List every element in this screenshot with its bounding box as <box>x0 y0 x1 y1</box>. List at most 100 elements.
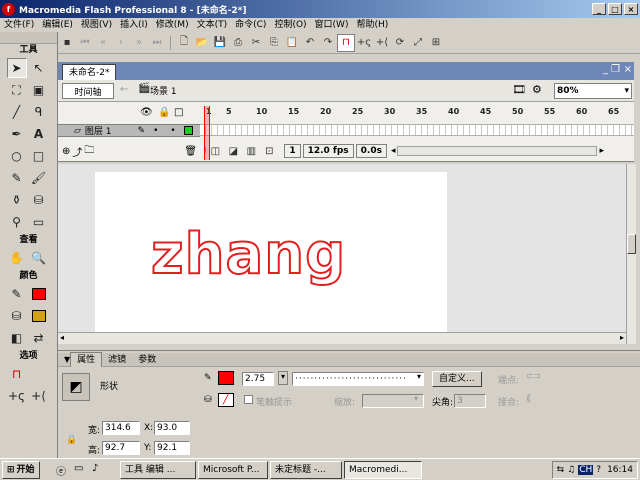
maximize-button[interactable]: □ <box>608 3 622 15</box>
eyedropper-tool-icon[interactable]: ⚲ <box>7 212 27 232</box>
tab-properties[interactable]: 属性 <box>70 352 103 367</box>
layer-visible-dot[interactable]: • <box>153 126 158 136</box>
hand-tool-icon[interactable]: ✋ <box>7 248 27 268</box>
add-motion-guide-icon[interactable]: ⤴ <box>72 144 82 159</box>
smooth-icon[interactable]: +ς <box>7 386 27 406</box>
corner-input[interactable]: 3 <box>454 394 486 408</box>
menu-insert[interactable]: 插入(I) <box>116 18 152 32</box>
tray-help-icon[interactable]: ? <box>596 465 601 475</box>
undo-icon[interactable]: ↶ <box>301 34 319 52</box>
width-input[interactable]: 314.6 <box>102 421 140 435</box>
timeline-hscroll[interactable] <box>397 146 598 156</box>
tab-parameters[interactable]: 参数 <box>132 353 162 367</box>
open-file-icon[interactable]: 📂 <box>193 34 211 52</box>
brush-tool-icon[interactable]: 🖌 <box>29 168 49 188</box>
start-button[interactable]: ⊞ 开始 <box>2 461 40 479</box>
rotate-icon[interactable]: ⟳ <box>391 34 409 52</box>
stage[interactable]: zhang <box>95 172 447 332</box>
paint-bucket-tool-icon[interactable]: ⛁ <box>29 190 49 210</box>
doc-restore-icon[interactable]: ❐ <box>611 64 620 75</box>
menu-view[interactable]: 视图(V) <box>77 18 116 32</box>
lock-ratio-icon[interactable]: 🔒 <box>66 435 77 445</box>
snap-to-objects-icon[interactable]: ⊓ <box>7 364 27 384</box>
menu-window[interactable]: 窗口(W) <box>311 18 353 32</box>
outline-icon[interactable]: □ <box>174 107 183 118</box>
endpoint-icon[interactable]: ⊂⊃ <box>526 372 541 382</box>
menu-file[interactable]: 文件(F) <box>0 18 38 32</box>
step-back-icon[interactable]: « <box>94 34 112 52</box>
delete-layer-icon[interactable]: 🗑 <box>184 146 197 157</box>
close-button[interactable]: × <box>624 3 638 15</box>
straighten-toolbar-icon[interactable]: +⟨ <box>373 34 391 52</box>
stroke-width-dropdown-icon[interactable]: ▾ <box>278 371 288 385</box>
stroke-width-input[interactable]: 2.75 <box>242 372 274 386</box>
x-input[interactable]: 93.0 <box>154 421 190 435</box>
stroke-style-dropdown-icon[interactable]: ▾ <box>414 372 424 386</box>
eye-icon[interactable]: 👁 <box>140 107 153 118</box>
smooth-toolbar-icon[interactable]: +ς <box>355 34 373 52</box>
stroke-color-swatch[interactable] <box>29 284 49 304</box>
align-icon[interactable]: ⊞ <box>427 34 445 52</box>
tray-ime-icon[interactable]: CH <box>578 465 594 475</box>
menu-control[interactable]: 控制(O) <box>270 18 310 32</box>
vscroll-thumb[interactable] <box>627 234 636 254</box>
free-transform-tool-icon[interactable]: ⛶ <box>7 80 27 100</box>
menu-help[interactable]: 帮助(H) <box>352 18 392 32</box>
redo-icon[interactable]: ↷ <box>319 34 337 52</box>
task-macromedia[interactable]: Macromedi... <box>344 461 422 479</box>
stage-text-outline[interactable]: zhang <box>150 221 346 288</box>
quicklaunch-media-icon[interactable]: ♪ <box>92 463 98 474</box>
rewind-icon[interactable]: ⏮ <box>76 34 94 52</box>
swap-colors-icon[interactable]: ⇄ <box>29 328 49 348</box>
cut-icon[interactable]: ✂ <box>247 34 265 52</box>
straighten-icon[interactable]: +⟨ <box>29 386 49 406</box>
selection-tool-icon[interactable]: ➤ <box>6 58 27 78</box>
lasso-tool-icon[interactable]: ᑫ <box>29 102 49 122</box>
fill-color-picker[interactable]: ╱ <box>218 393 234 407</box>
insert-layer-icon[interactable]: ⊕ <box>62 146 70 157</box>
snap-magnet-icon[interactable]: ⊓ <box>337 33 355 52</box>
back-arrow-icon[interactable]: ← <box>120 84 128 95</box>
onion-skin-icon[interactable]: ◫ <box>206 142 224 160</box>
document-tab[interactable]: 未命名-2* <box>62 64 117 80</box>
hscroll-right-icon[interactable]: ▸ <box>620 333 624 342</box>
insert-layer-folder-icon[interactable]: 🗀 <box>84 143 94 160</box>
play-icon[interactable]: › <box>112 34 130 52</box>
layer-row[interactable]: ▱ 图层 1 ✎ • • <box>58 124 200 137</box>
onion-outlines-icon[interactable]: ◪ <box>224 142 242 160</box>
hscroll-left-icon[interactable]: ◂ <box>60 333 64 342</box>
edit-scene-icon[interactable]: 🎞 <box>512 83 526 96</box>
tray-volume-icon[interactable]: ♫ <box>567 465 575 475</box>
forward-end-icon[interactable]: ⏭ <box>148 34 166 52</box>
pen-tool-icon[interactable]: ✒ <box>7 124 27 144</box>
layer-lock-dot[interactable]: • <box>170 126 175 136</box>
scale-dropdown-icon[interactable]: ▾ <box>414 394 418 403</box>
edit-multiple-frames-icon[interactable]: ▥ <box>242 142 260 160</box>
timeline-scroll-right-icon[interactable]: ▸ <box>599 146 604 156</box>
stroke-style-select[interactable]: ····························· <box>292 372 424 386</box>
quicklaunch-ie-icon[interactable]: ⓔ <box>56 463 66 478</box>
y-input[interactable]: 92.1 <box>154 441 190 455</box>
task-untitled[interactable]: 未定标题 -... <box>270 461 342 479</box>
stroke-color-picker[interactable] <box>218 371 234 385</box>
edit-symbols-icon[interactable]: ⚙ <box>532 83 542 96</box>
scale-icon[interactable]: ⤢ <box>409 34 427 52</box>
tab-filters[interactable]: 滤镜 <box>102 353 132 367</box>
fill-color-swatch[interactable] <box>29 306 49 326</box>
lock-icon[interactable]: 🔒 <box>158 107 170 118</box>
height-input[interactable]: 92.7 <box>102 441 140 455</box>
doc-minimize-icon[interactable]: _ <box>603 64 608 75</box>
line-tool-icon[interactable]: ╱ <box>7 102 27 122</box>
minimize-button[interactable]: _ <box>592 3 606 15</box>
pencil-tool-icon[interactable]: ✎ <box>7 168 27 188</box>
layer-outline-swatch[interactable] <box>183 126 193 135</box>
save-icon[interactable]: 💾 <box>211 34 229 52</box>
custom-stroke-button[interactable]: 自定义... <box>432 371 482 387</box>
modify-onion-markers-icon[interactable]: ⊡ <box>260 142 278 160</box>
ink-bottle-tool-icon[interactable]: ⚱ <box>7 190 27 210</box>
stroke-hint-checkbox[interactable] <box>244 395 253 404</box>
zoom-select[interactable]: 80% ▾ <box>554 83 632 99</box>
black-white-icon[interactable]: ◧ <box>7 328 27 348</box>
print-icon[interactable]: ⎙ <box>229 34 247 52</box>
new-file-icon[interactable]: 🗋 <box>175 34 193 52</box>
